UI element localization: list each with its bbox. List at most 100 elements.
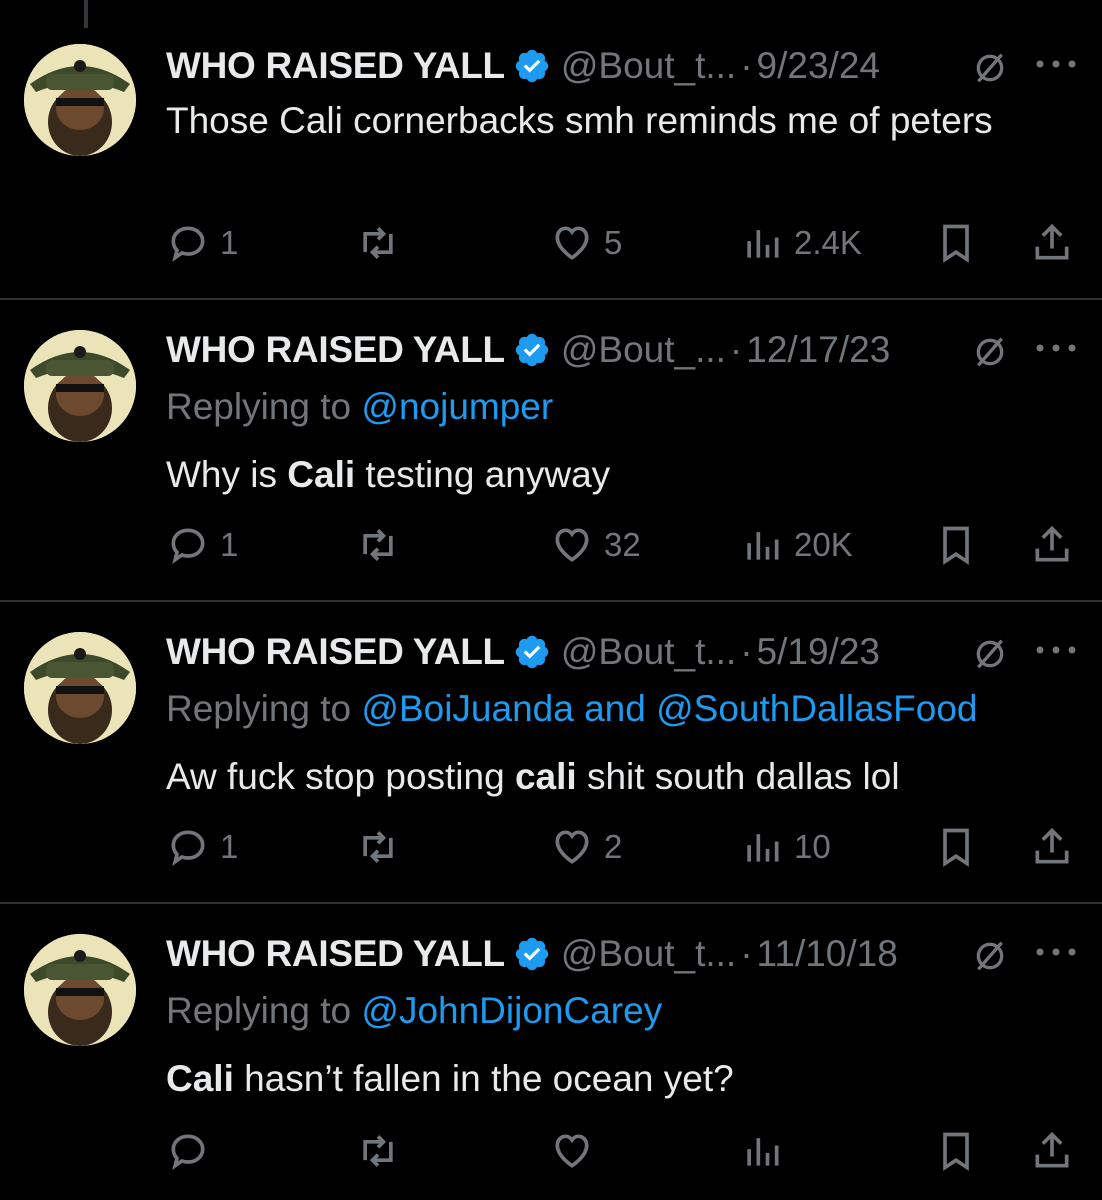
heart-icon (555, 226, 589, 260)
action-bar: 1 32 20K (166, 520, 1086, 570)
avatar[interactable] (24, 632, 136, 744)
reply-button[interactable]: 1 (166, 218, 238, 268)
handle[interactable]: @Bout_... (561, 329, 726, 371)
more-dots-icon[interactable] (1034, 342, 1078, 354)
muted-slash-icon (976, 337, 1004, 367)
handle[interactable]: @Bout_t... (561, 45, 736, 87)
heart-icon (555, 1134, 589, 1168)
separator-dot: · (740, 933, 753, 974)
tweet-header: WHO RAISED YALL @Bout_t... · 11/10/18 (166, 926, 898, 982)
display-name[interactable]: WHO RAISED YALL (166, 933, 505, 975)
views-bars-icon (747, 532, 779, 560)
views-button[interactable]: 20K (740, 520, 853, 570)
separator-dot: · (740, 45, 753, 86)
handle[interactable]: @Bout_t... (561, 933, 736, 975)
reply-count: 1 (220, 224, 239, 261)
verified-badge-icon (515, 333, 549, 367)
timestamp[interactable]: 12/17/23 (746, 329, 890, 371)
separator-dot: · (729, 329, 743, 370)
display-name[interactable]: WHO RAISED YALL (166, 329, 505, 371)
share-button[interactable] (1030, 822, 1084, 872)
tweet-text-part: hasn’t fallen in the ocean yet? (233, 1058, 734, 1099)
views-button[interactable] (740, 1126, 794, 1176)
tweet-header: WHO RAISED YALL @Bout_t... · 9/23/24 (166, 38, 880, 94)
tweet-text-part: shit south dallas lol (576, 756, 900, 797)
tweet-text-highlight: Cali (287, 454, 356, 495)
share-icon (1035, 223, 1069, 260)
like-button[interactable]: 2 (550, 822, 622, 872)
tweet-text: Why is Cali testing anyway (166, 448, 1046, 501)
views-button[interactable]: 2.4K (740, 218, 862, 268)
replying-to-link[interactable]: @nojumper (361, 386, 553, 427)
share-button[interactable] (1030, 1126, 1084, 1176)
reply-bubble-icon (171, 1134, 205, 1170)
verified-badge-icon (515, 937, 549, 971)
timestamp[interactable]: 11/10/18 (757, 933, 898, 975)
like-count: 5 (604, 224, 623, 261)
bookmark-button[interactable] (934, 520, 988, 570)
retweet-icon (363, 831, 393, 863)
reply-bubble-icon (171, 830, 205, 866)
replying-to-label: Replying to (166, 990, 362, 1031)
more-dots-icon[interactable] (1034, 58, 1078, 70)
retweet-icon (363, 529, 393, 561)
bookmark-button[interactable] (934, 822, 988, 872)
retweet-button[interactable] (356, 1126, 410, 1176)
bookmark-button[interactable] (934, 218, 988, 268)
tweet-text-part: Why is (166, 454, 288, 495)
timestamp[interactable]: 5/19/23 (757, 631, 880, 673)
replying-to-label: Replying to (166, 386, 362, 427)
like-button[interactable]: 32 (550, 520, 641, 570)
reply-button[interactable] (166, 1126, 220, 1176)
bookmark-icon (943, 526, 969, 565)
tweet-text-highlight: cali (514, 756, 577, 797)
muted-slash-icon (976, 941, 1004, 971)
separator-dot: · (740, 631, 753, 672)
replying-to-link[interactable]: @BoiJuanda and @SouthDallasFood (361, 688, 977, 729)
replying-to: Replying to @BoiJuanda and @SouthDallasF… (166, 688, 978, 730)
replying-to: Replying to @nojumper (166, 386, 553, 428)
divider (0, 902, 1102, 904)
avatar[interactable] (24, 934, 136, 1046)
views-bars-icon (747, 230, 779, 258)
tweet-text: Aw fuck stop posting cali shit south dal… (166, 750, 1046, 803)
views-bars-icon (747, 834, 779, 862)
tweet-header: WHO RAISED YALL @Bout_... · 12/17/23 (166, 322, 890, 378)
like-button[interactable]: 5 (550, 218, 622, 268)
tweet-text: Those Cali cornerbacks smh reminds me of… (166, 94, 1046, 147)
avatar[interactable] (24, 330, 136, 442)
share-icon (1035, 1131, 1069, 1168)
retweet-button[interactable] (356, 520, 410, 570)
more-dots-icon[interactable] (1034, 644, 1078, 656)
like-count: 32 (604, 526, 641, 563)
thread-connector-line (84, 0, 88, 28)
views-count: 10 (794, 828, 831, 865)
more-dots-icon[interactable] (1034, 946, 1078, 958)
views-button[interactable]: 10 (740, 822, 831, 872)
share-button[interactable] (1030, 520, 1084, 570)
verified-badge-icon (515, 635, 549, 669)
views-count: 2.4K (794, 224, 862, 261)
avatar[interactable] (24, 44, 136, 156)
action-bar (166, 1126, 1086, 1176)
muted-slash-icon (976, 639, 1004, 669)
handle[interactable]: @Bout_t... (561, 631, 736, 673)
share-button[interactable] (1030, 218, 1084, 268)
verified-badge-icon (515, 49, 549, 83)
bookmark-button[interactable] (934, 1126, 988, 1176)
like-button[interactable] (550, 1126, 604, 1176)
replying-to-link[interactable]: @JohnDijonCarey (361, 990, 662, 1031)
views-bars-icon (747, 1138, 779, 1166)
timestamp[interactable]: 9/23/24 (757, 45, 880, 87)
retweet-button[interactable] (356, 822, 410, 872)
display-name[interactable]: WHO RAISED YALL (166, 45, 505, 87)
retweet-icon (363, 227, 393, 259)
display-name[interactable]: WHO RAISED YALL (166, 631, 505, 673)
reply-button[interactable]: 1 (166, 520, 238, 570)
reply-button[interactable]: 1 (166, 822, 238, 872)
tweet-text-part: Those Cali cornerbacks smh reminds me of… (166, 100, 993, 141)
like-count: 2 (604, 828, 623, 865)
tweet-text-part: testing anyway (355, 454, 611, 495)
action-bar: 1 5 2.4K (166, 218, 1086, 268)
retweet-button[interactable] (356, 218, 410, 268)
